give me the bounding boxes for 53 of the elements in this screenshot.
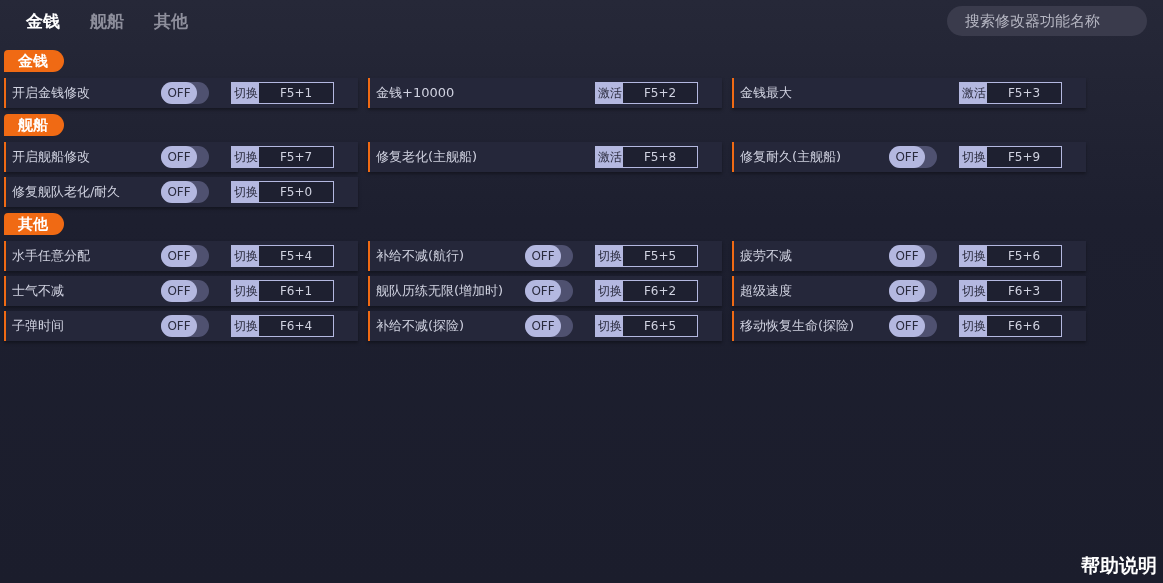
cheat-label: 修复舰队老化/耐久 (12, 183, 122, 201)
search-field[interactable]: 搜索修改器功能名称 (947, 6, 1147, 36)
toggle-switch[interactable]: OFF (525, 245, 573, 267)
cheat-label: 金钱+10000 (376, 84, 456, 102)
hotkey-button[interactable]: 切换 F6+2 (595, 280, 698, 302)
toggle-switch[interactable]: OFF (889, 315, 937, 337)
toggle-switch[interactable]: OFF (161, 181, 209, 203)
tab[interactable]: 舰船 (90, 9, 124, 33)
toggle-switch[interactable]: OFF (161, 245, 209, 267)
help-link[interactable]: 帮助说明 (1081, 553, 1157, 579)
section-header: 金钱 (4, 50, 64, 72)
toggle-switch[interactable]: OFF (161, 82, 209, 104)
hotkey-button[interactable]: 切换 F5+1 (231, 82, 334, 104)
tab[interactable]: 其他 (154, 9, 188, 33)
cheat-label: 子弹时间 (12, 317, 65, 335)
hotkey-button[interactable]: 切换 F5+7 (231, 146, 334, 168)
cheat-label: 移动恢复生命(探险) (740, 317, 856, 335)
hotkey-button[interactable]: 切换 F6+4 (231, 315, 334, 337)
hotkey-button[interactable]: 激活 F5+2 (595, 82, 698, 104)
toggle-switch[interactable]: OFF (161, 146, 209, 168)
cheat-label: 超级速度 (740, 282, 793, 300)
hotkey-button[interactable]: 切换 F6+3 (959, 280, 1062, 302)
cheat-label: 开启金钱修改 (12, 84, 91, 102)
hotkey-button[interactable]: 切换 F6+6 (959, 315, 1062, 337)
hotkey-button[interactable]: 切换 F5+0 (231, 181, 334, 203)
toggle-switch[interactable]: OFF (525, 280, 573, 302)
toggle-switch[interactable]: OFF (889, 245, 937, 267)
hotkey-button[interactable]: 切换 F5+6 (959, 245, 1062, 267)
hotkey-button[interactable]: 切换 F5+9 (959, 146, 1062, 168)
hotkey-button[interactable]: 激活 F5+8 (595, 146, 698, 168)
hotkey-button[interactable]: 切换 F6+5 (595, 315, 698, 337)
toggle-switch[interactable]: OFF (525, 315, 573, 337)
toggle-switch[interactable]: OFF (161, 315, 209, 337)
hotkey-button[interactable]: 切换 F5+5 (595, 245, 698, 267)
cheat-label: 金钱最大 (740, 84, 793, 102)
cheat-label: 舰队历练无限(增加时) (376, 282, 505, 300)
cheat-label: 开启舰船修改 (12, 148, 91, 166)
toggle-switch[interactable]: OFF (161, 280, 209, 302)
hotkey-button[interactable]: 激活 F5+3 (959, 82, 1062, 104)
cheat-label: 补给不减(探险) (376, 317, 466, 335)
toggle-switch[interactable]: OFF (889, 146, 937, 168)
hotkey-button[interactable]: 切换 F6+1 (231, 280, 334, 302)
cheat-label: 士气不减 (12, 282, 65, 300)
hotkey-button[interactable]: 切换 F5+4 (231, 245, 334, 267)
cheat-label: 补给不减(航行) (376, 247, 466, 265)
toggle-switch[interactable]: OFF (889, 280, 937, 302)
cheat-label: 疲劳不减 (740, 247, 793, 265)
tab[interactable]: 金钱 (26, 9, 60, 33)
cheat-label: 水手任意分配 (12, 247, 91, 265)
section-header: 其他 (4, 213, 64, 235)
section-header: 舰船 (4, 114, 64, 136)
cheat-label: 修复老化(主舰船) (376, 148, 479, 166)
cheat-label: 修复耐久(主舰船) (740, 148, 843, 166)
